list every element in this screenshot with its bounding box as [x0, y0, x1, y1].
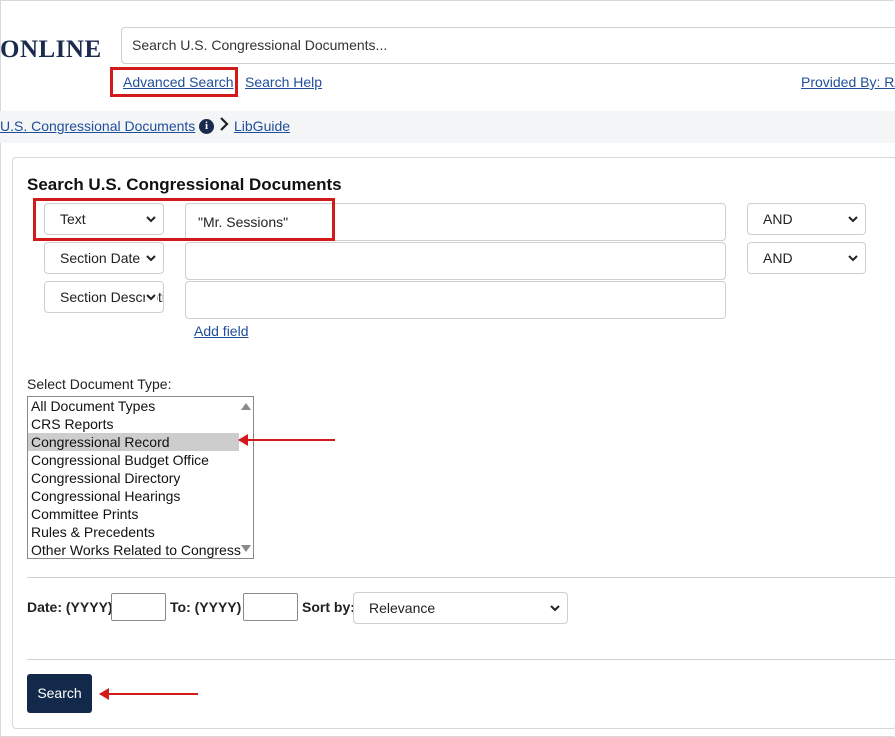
arrow-head-icon: [99, 688, 109, 700]
sort-by-value: Relevance: [369, 600, 436, 616]
list-item[interactable]: All Document Types: [28, 397, 239, 415]
page-title: Search U.S. Congressional Documents: [27, 175, 342, 194]
date-to-label: To: (YYYY): [170, 599, 242, 615]
chevron-down-icon: [145, 282, 157, 312]
site-logo[interactable]: ONLINE: [0, 36, 102, 64]
list-item-selected[interactable]: Congressional Record: [28, 433, 239, 451]
operator-select-1-value: AND: [763, 211, 793, 227]
search-help-link[interactable]: Search Help: [245, 74, 322, 90]
list-item[interactable]: Congressional Hearings: [28, 487, 239, 505]
annotation-box-text-field: [33, 198, 335, 241]
search-term-input-3[interactable]: [185, 281, 726, 319]
info-icon[interactable]: i: [199, 119, 214, 134]
breadcrumb-libguide[interactable]: LibGuide: [234, 118, 290, 134]
date-to-input[interactable]: [243, 593, 298, 621]
operator-select-1[interactable]: AND: [747, 203, 866, 235]
scroll-up-icon[interactable]: [241, 403, 251, 410]
document-type-label: Select Document Type:: [27, 376, 172, 392]
list-item[interactable]: Committee Prints: [28, 505, 239, 523]
sort-by-select[interactable]: Relevance: [353, 592, 568, 624]
date-from-label: Date: (YYYY): [27, 599, 113, 615]
list-item[interactable]: Other Works Related to Congress: [28, 541, 241, 558]
top-search-input[interactable]: [121, 27, 895, 64]
sort-by-label: Sort by:: [302, 599, 355, 615]
provided-by-link[interactable]: Provided By: RA: [801, 74, 895, 90]
breadcrumb-congressional-documents[interactable]: U.S. Congressional Documents: [0, 118, 195, 134]
annotation-box-advanced-search: [110, 67, 238, 97]
chevron-down-icon: [847, 204, 859, 234]
scroll-down-icon[interactable]: [241, 545, 251, 552]
chevron-right-icon: [219, 117, 229, 136]
list-item[interactable]: Rules & Precedents: [28, 523, 239, 541]
divider: [27, 659, 895, 660]
chevron-down-icon: [847, 243, 859, 273]
chevron-down-icon: [145, 243, 157, 273]
operator-select-2[interactable]: AND: [747, 242, 866, 274]
field-select-3[interactable]: Section Description: [44, 281, 164, 313]
list-item[interactable]: Congressional Budget Office: [28, 451, 239, 469]
annotation-arrow-search-button: [99, 688, 198, 700]
list-item[interactable]: Congressional Directory: [28, 469, 239, 487]
arrow-head-icon: [238, 434, 248, 446]
add-field-link[interactable]: Add field: [194, 323, 248, 339]
operator-select-2-value: AND: [763, 250, 793, 266]
search-button[interactable]: Search: [27, 674, 92, 713]
date-from-input[interactable]: [111, 593, 166, 621]
search-term-input-2[interactable]: [185, 242, 726, 280]
field-select-2-value: Section Date: [60, 250, 141, 266]
chevron-down-icon: [549, 593, 561, 623]
annotation-arrow-document-type: [238, 434, 335, 446]
list-item[interactable]: CRS Reports: [28, 415, 239, 433]
document-type-listbox[interactable]: All Document Types CRS Reports Congressi…: [27, 396, 254, 559]
field-select-2[interactable]: Section Date: [44, 242, 164, 274]
divider: [27, 577, 895, 578]
